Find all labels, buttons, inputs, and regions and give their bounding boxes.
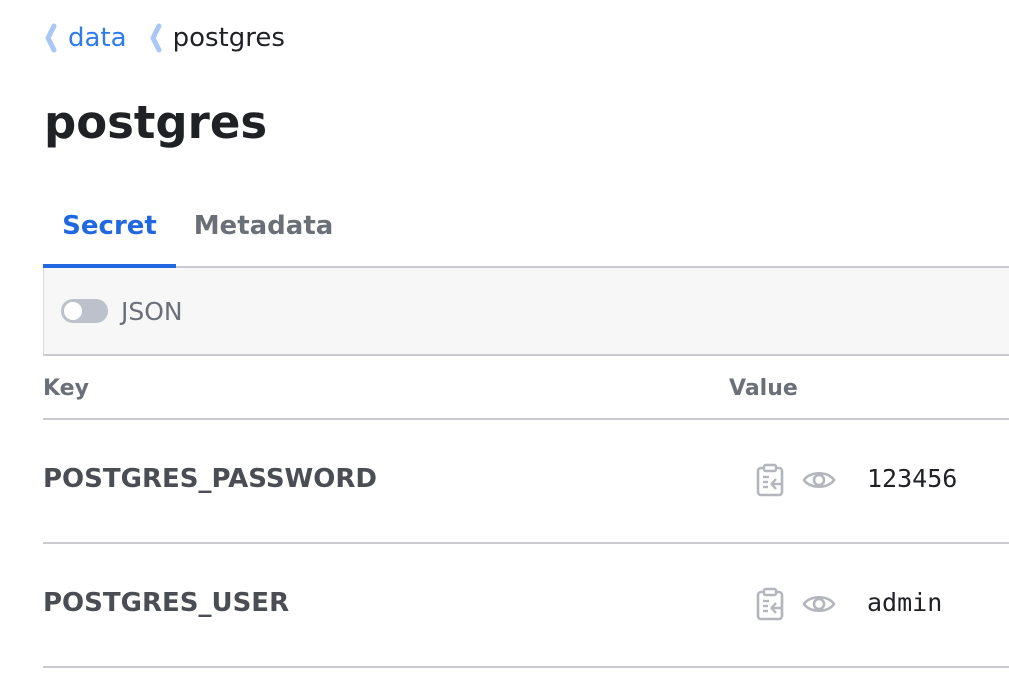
tab-secret[interactable]: Secret bbox=[43, 186, 176, 268]
row-actions bbox=[753, 586, 849, 622]
secret-key: POSTGRES_PASSWORD bbox=[43, 464, 377, 494]
clipboard-icon bbox=[756, 587, 784, 621]
column-header-key: Key bbox=[43, 376, 89, 401]
breadcrumb-item-data[interactable]: data bbox=[44, 23, 127, 53]
tab-bar: Secret Metadata bbox=[43, 186, 1009, 268]
page-title: postgres bbox=[44, 96, 268, 149]
table-row: POSTGRES_PASSWORD 123456 bbox=[43, 420, 1009, 544]
json-toolbar: JSON bbox=[43, 268, 1009, 356]
eye-icon bbox=[802, 471, 836, 489]
reveal-button[interactable] bbox=[801, 586, 837, 622]
json-toggle[interactable] bbox=[61, 299, 108, 323]
chevron-left-icon bbox=[150, 23, 162, 53]
breadcrumb-link-data[interactable]: data bbox=[68, 23, 127, 53]
secret-value: 123456 bbox=[867, 464, 958, 493]
table-row: POSTGRES_USER admin bbox=[43, 544, 1009, 668]
secret-key: POSTGRES_USER bbox=[43, 588, 290, 618]
chevron-left-icon bbox=[45, 23, 57, 53]
column-header-value: Value bbox=[729, 376, 798, 401]
table-header: Key Value bbox=[43, 356, 1009, 420]
json-toggle-label: JSON bbox=[121, 296, 183, 326]
clipboard-icon bbox=[756, 463, 784, 497]
breadcrumb-current: postgres bbox=[172, 23, 285, 53]
row-actions bbox=[753, 462, 849, 498]
secret-table: Key Value POSTGRES_PASSWORD 123456 POSTG… bbox=[43, 356, 1009, 668]
page: data postgres postgres Secret Metadata J… bbox=[0, 0, 1009, 686]
breadcrumb: data postgres bbox=[44, 18, 307, 58]
tab-metadata[interactable]: Metadata bbox=[176, 186, 351, 266]
json-toggle-knob bbox=[64, 302, 82, 320]
breadcrumb-item-postgres: postgres bbox=[149, 23, 285, 53]
eye-icon bbox=[802, 595, 836, 613]
secret-value: admin bbox=[867, 588, 943, 617]
copy-button[interactable] bbox=[753, 462, 789, 498]
reveal-button[interactable] bbox=[801, 462, 837, 498]
copy-button[interactable] bbox=[753, 586, 789, 622]
